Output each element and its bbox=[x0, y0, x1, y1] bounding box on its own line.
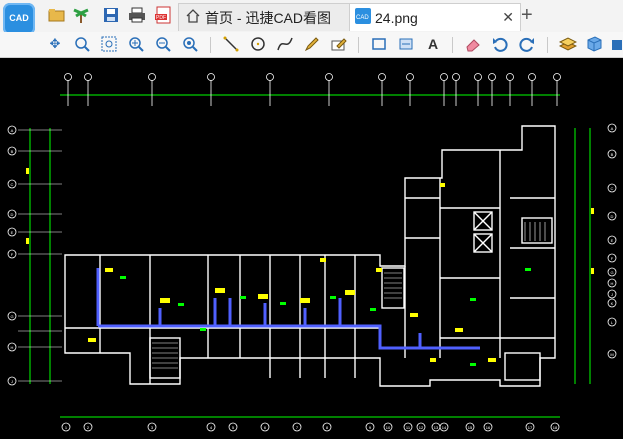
zoom-in-icon[interactable] bbox=[126, 35, 146, 53]
left-axis-label: H bbox=[11, 345, 14, 350]
left-axis-label: G bbox=[10, 314, 13, 319]
right-axis-label: G bbox=[610, 270, 613, 275]
pencil-icon[interactable] bbox=[302, 35, 322, 53]
rectangle-measure-icon[interactable] bbox=[369, 35, 389, 53]
bottom-axis-label: 13 bbox=[434, 425, 439, 430]
tab-file-label: 24.png bbox=[375, 9, 418, 26]
save-icon[interactable] bbox=[102, 6, 120, 24]
right-axis-label: B bbox=[611, 152, 614, 157]
bottom-axis-label: 10 bbox=[386, 425, 391, 430]
bottom-axis-label: 18 bbox=[553, 425, 558, 430]
redo-icon[interactable] bbox=[517, 35, 537, 53]
tab-home-label: 首页 - 迅捷CAD看图 bbox=[205, 9, 331, 26]
text-style-icon[interactable]: A bbox=[423, 35, 443, 53]
right-axis-label: K bbox=[611, 301, 614, 306]
right-axis-label: D bbox=[611, 214, 614, 219]
open-folder-icon[interactable] bbox=[48, 6, 66, 24]
left-axis-label: E bbox=[11, 230, 14, 235]
line-icon[interactable] bbox=[221, 35, 241, 53]
3d-box-icon[interactable] bbox=[584, 35, 604, 53]
pdf-export-icon[interactable]: PDF bbox=[154, 6, 172, 24]
left-axis-label: J bbox=[11, 379, 13, 384]
zoom-extents-icon[interactable] bbox=[99, 35, 119, 53]
right-axis-label: M bbox=[610, 352, 613, 357]
left-axis-label: B bbox=[11, 149, 14, 154]
left-axis-label: C bbox=[11, 182, 14, 187]
zoom-window-icon[interactable] bbox=[72, 35, 92, 53]
tab-file[interactable]: CAD 24.png ✕ bbox=[349, 3, 521, 31]
right-axis-label: H bbox=[611, 281, 614, 286]
toolbar-separator bbox=[358, 37, 359, 53]
cad-file-icon: CAD bbox=[355, 8, 371, 27]
right-axis-label: A bbox=[611, 126, 614, 131]
svg-text:PDF: PDF bbox=[156, 15, 166, 21]
tab-home[interactable]: 首页 - 迅捷CAD看图 bbox=[178, 3, 350, 31]
app-logo[interactable]: CAD bbox=[3, 3, 35, 35]
pan-icon[interactable]: ✥ bbox=[45, 35, 65, 53]
bottom-axis-label: 16 bbox=[486, 425, 491, 430]
new-tab-icon[interactable]: + bbox=[521, 4, 539, 27]
eraser-icon[interactable] bbox=[463, 35, 483, 53]
title-bar: CAD PDF 首页 - 迅捷CAD看图 CAD 24.png ✕ + bbox=[0, 0, 623, 35]
palm-tree-icon[interactable] bbox=[72, 6, 90, 24]
print-icon[interactable] bbox=[128, 6, 146, 24]
right-axis-label: C bbox=[611, 186, 614, 191]
area-icon[interactable] bbox=[396, 35, 416, 53]
close-tab-icon[interactable]: ✕ bbox=[502, 9, 514, 26]
zoom-previous-icon[interactable] bbox=[180, 35, 200, 53]
toolbar-separator bbox=[547, 37, 548, 53]
layers-icon[interactable] bbox=[558, 35, 578, 53]
curve-icon[interactable] bbox=[275, 35, 295, 53]
toolbar-separator bbox=[452, 37, 453, 53]
right-axis-label: E bbox=[611, 238, 614, 243]
bottom-axis-label: 12 bbox=[419, 425, 424, 430]
toolbar-separator bbox=[210, 37, 211, 53]
home-icon bbox=[185, 8, 201, 27]
bottom-axis-label: 14 bbox=[442, 425, 447, 430]
undo-icon[interactable] bbox=[490, 35, 510, 53]
svg-text:CAD: CAD bbox=[356, 15, 369, 21]
zoom-out-icon[interactable] bbox=[153, 35, 173, 53]
circle-icon[interactable] bbox=[248, 35, 268, 53]
cad-drawing-canvas[interactable]: 1 2 3 4 5 6 7 8 9 10 11 12 13 14 15 16 17 18 ABCDEFGHJ AB… bbox=[0, 58, 623, 439]
cube-icon[interactable] bbox=[608, 35, 623, 53]
right-axis-label: J bbox=[611, 292, 613, 297]
bottom-axis-label: 17 bbox=[528, 425, 533, 430]
left-axis-label: D bbox=[11, 212, 14, 217]
edit-text-icon[interactable] bbox=[329, 35, 349, 53]
left-axis-label: A bbox=[11, 128, 14, 133]
bottom-axis-label: 15 bbox=[468, 425, 473, 430]
